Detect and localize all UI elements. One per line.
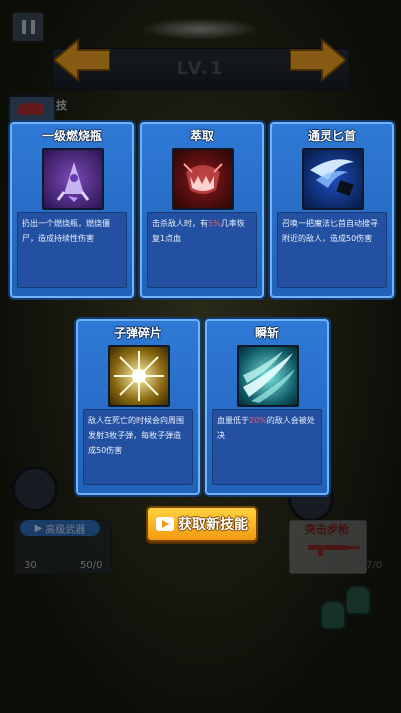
- skill-card-molotov[interactable]: 一级燃烧瓶 扔出一个燃烧瓶，燃烧僵尸，造成持续性伤害: [10, 122, 134, 298]
- molotov-icon: [42, 148, 104, 210]
- bullet-burst-icon: [108, 345, 170, 407]
- skill-card-spirit-dagger[interactable]: 通灵匕首 召唤一把魔法匕首自动搜寻附近的敌人，造成50伤害: [270, 122, 394, 298]
- skill-card-description: 血量低于20%的敌人会被处决: [212, 409, 322, 485]
- video-ad-icon: [156, 517, 174, 531]
- skill-card-description: 召唤一把魔法匕首自动搜寻附近的敌人，造成50伤害: [277, 212, 387, 288]
- skill-card-title: 通灵匕首: [307, 129, 356, 143]
- skill-card-instant-slash[interactable]: 瞬斩 血量低于20%的敌人会被处决: [205, 319, 329, 495]
- skill-card-bullet-fragment[interactable]: 子弹碎片 敌人在死亡的时候会向周围发射3枚子弹，每枚子弹造成50伤害: [76, 319, 200, 495]
- skill-card-title: 萃取: [189, 129, 214, 143]
- skill-card-title: 一级燃烧瓶: [41, 129, 102, 143]
- skill-card-description: 扔出一个燃烧瓶，燃烧僵尸，造成持续性伤害: [17, 212, 127, 288]
- skill-card-description: 敌人在死亡的时候会向周围发射3枚子弹，每枚子弹造成50伤害: [83, 409, 193, 485]
- skill-card-extract[interactable]: 萃取 击杀敌人时，有5%几率恢复1点血: [140, 122, 264, 298]
- get-new-skill-label: 获取新技能: [178, 517, 248, 533]
- modal-overlay: [0, 0, 401, 713]
- spirit-dagger-icon: [302, 148, 364, 210]
- skill-card-title: 子弹碎片: [113, 326, 162, 340]
- demon-mouth-icon: [172, 148, 234, 210]
- get-new-skill-button[interactable]: 获取新技能: [146, 506, 258, 542]
- skill-card-title: 瞬斩: [254, 326, 279, 340]
- skill-card-description: 击杀敌人时，有5%几率恢复1点血: [147, 212, 257, 288]
- wind-slash-icon: [237, 345, 299, 407]
